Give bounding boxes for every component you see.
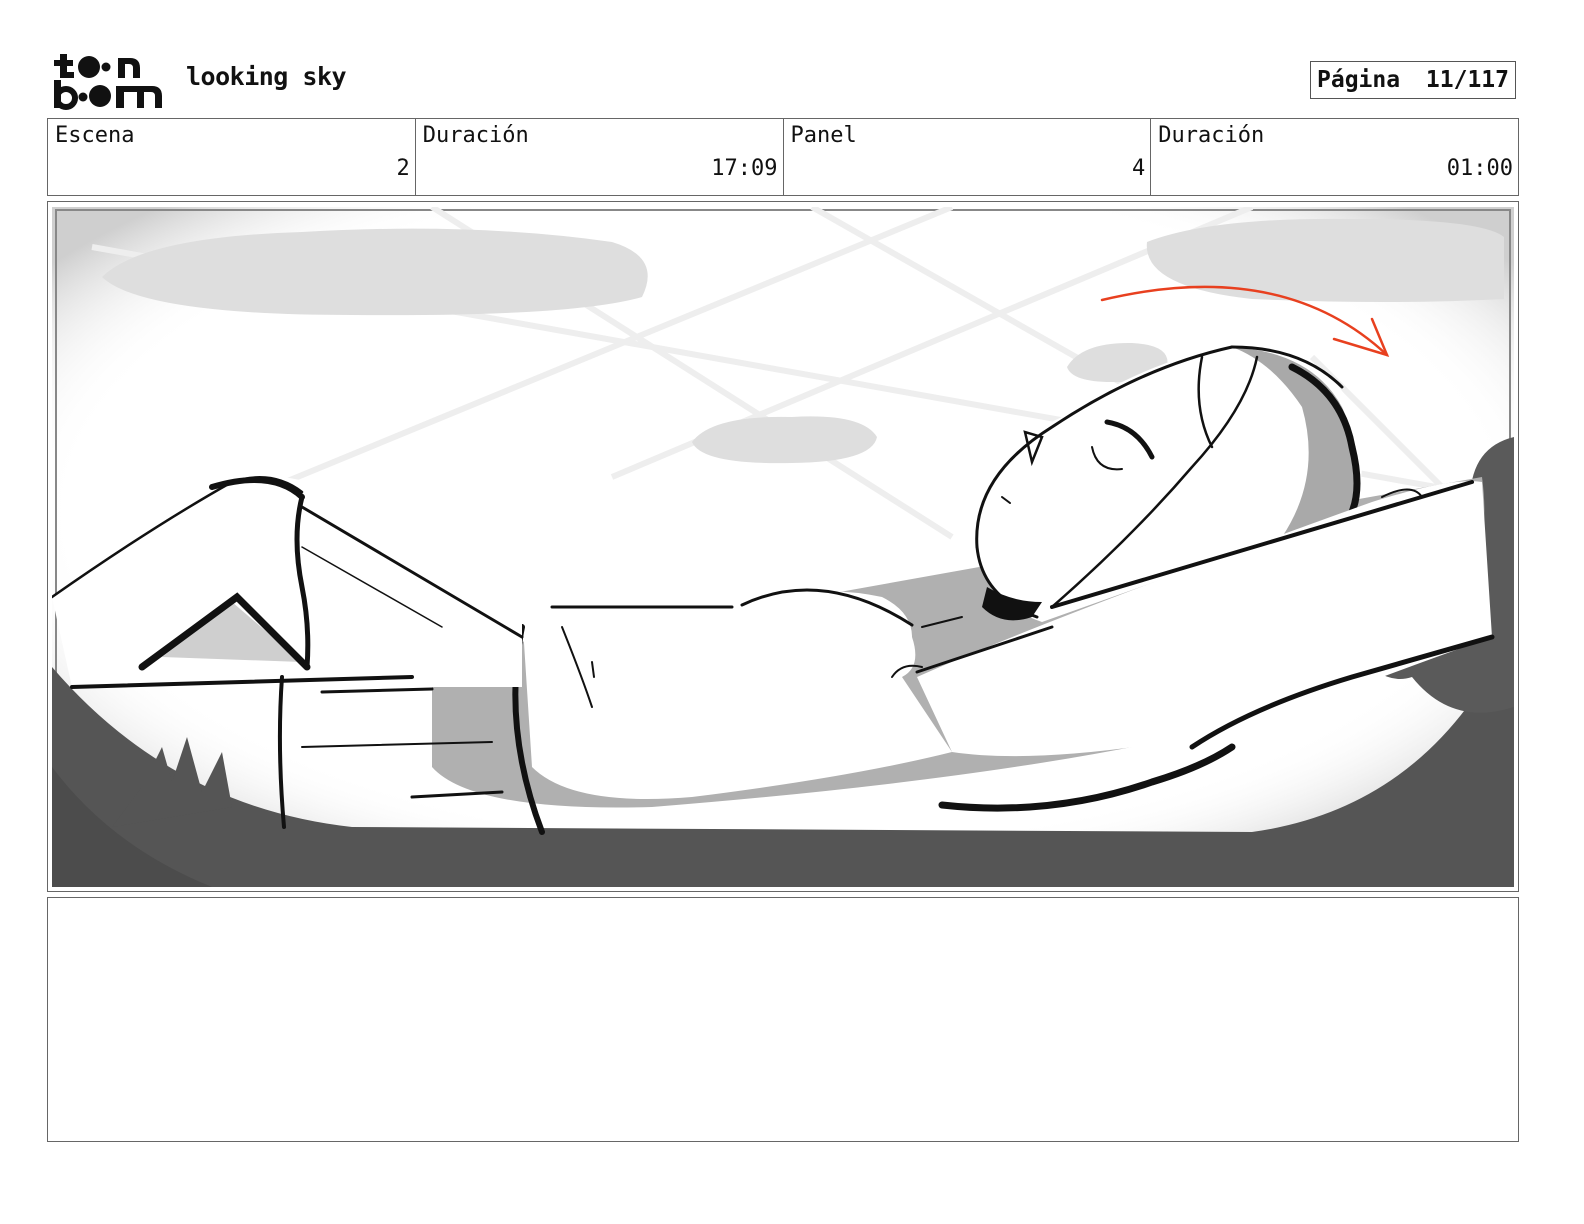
panel-notes-box xyxy=(47,897,1519,1142)
storyboard-panel xyxy=(47,201,1519,892)
panel-duration-value: 01:00 xyxy=(1446,156,1513,181)
scene-label: Escena xyxy=(55,123,135,148)
page-number: 11/117 xyxy=(1425,67,1509,93)
project-title: looking sky xyxy=(186,62,347,91)
panel-info-table: Escena 2 Duración 17:09 Panel 4 Duración… xyxy=(47,118,1519,196)
scene-cell: Escena 2 xyxy=(48,119,416,195)
page-label: Página xyxy=(1317,67,1401,93)
panel-value: 4 xyxy=(1132,156,1146,181)
panel-cell: Panel 4 xyxy=(784,119,1152,195)
toonboom-logo xyxy=(52,50,164,112)
panel-duration-label: Duración xyxy=(1158,123,1265,148)
scene-duration-cell: Duración 17:09 xyxy=(416,119,784,195)
panel-label: Panel xyxy=(790,123,857,148)
panel-duration-cell: Duración 01:00 xyxy=(1151,119,1518,195)
scene-duration-label: Duración xyxy=(422,123,529,148)
panel-sketch xyxy=(52,207,1514,887)
page-indicator: Página 11/117 xyxy=(1310,61,1516,99)
scene-duration-value: 17:09 xyxy=(711,156,778,181)
scene-value: 2 xyxy=(396,156,410,181)
